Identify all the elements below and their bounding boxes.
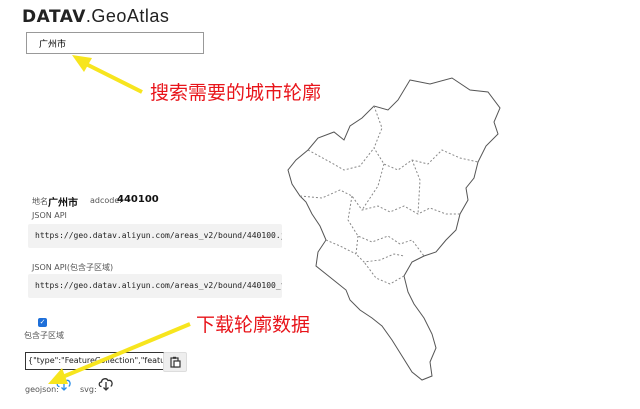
arrow-to-downloads [48, 322, 191, 384]
district-boundaries [299, 105, 479, 285]
city-boundary [287, 77, 501, 381]
arrow-to-search [72, 55, 143, 94]
city-outline-map [287, 77, 501, 381]
map-and-arrows [48, 55, 501, 384]
